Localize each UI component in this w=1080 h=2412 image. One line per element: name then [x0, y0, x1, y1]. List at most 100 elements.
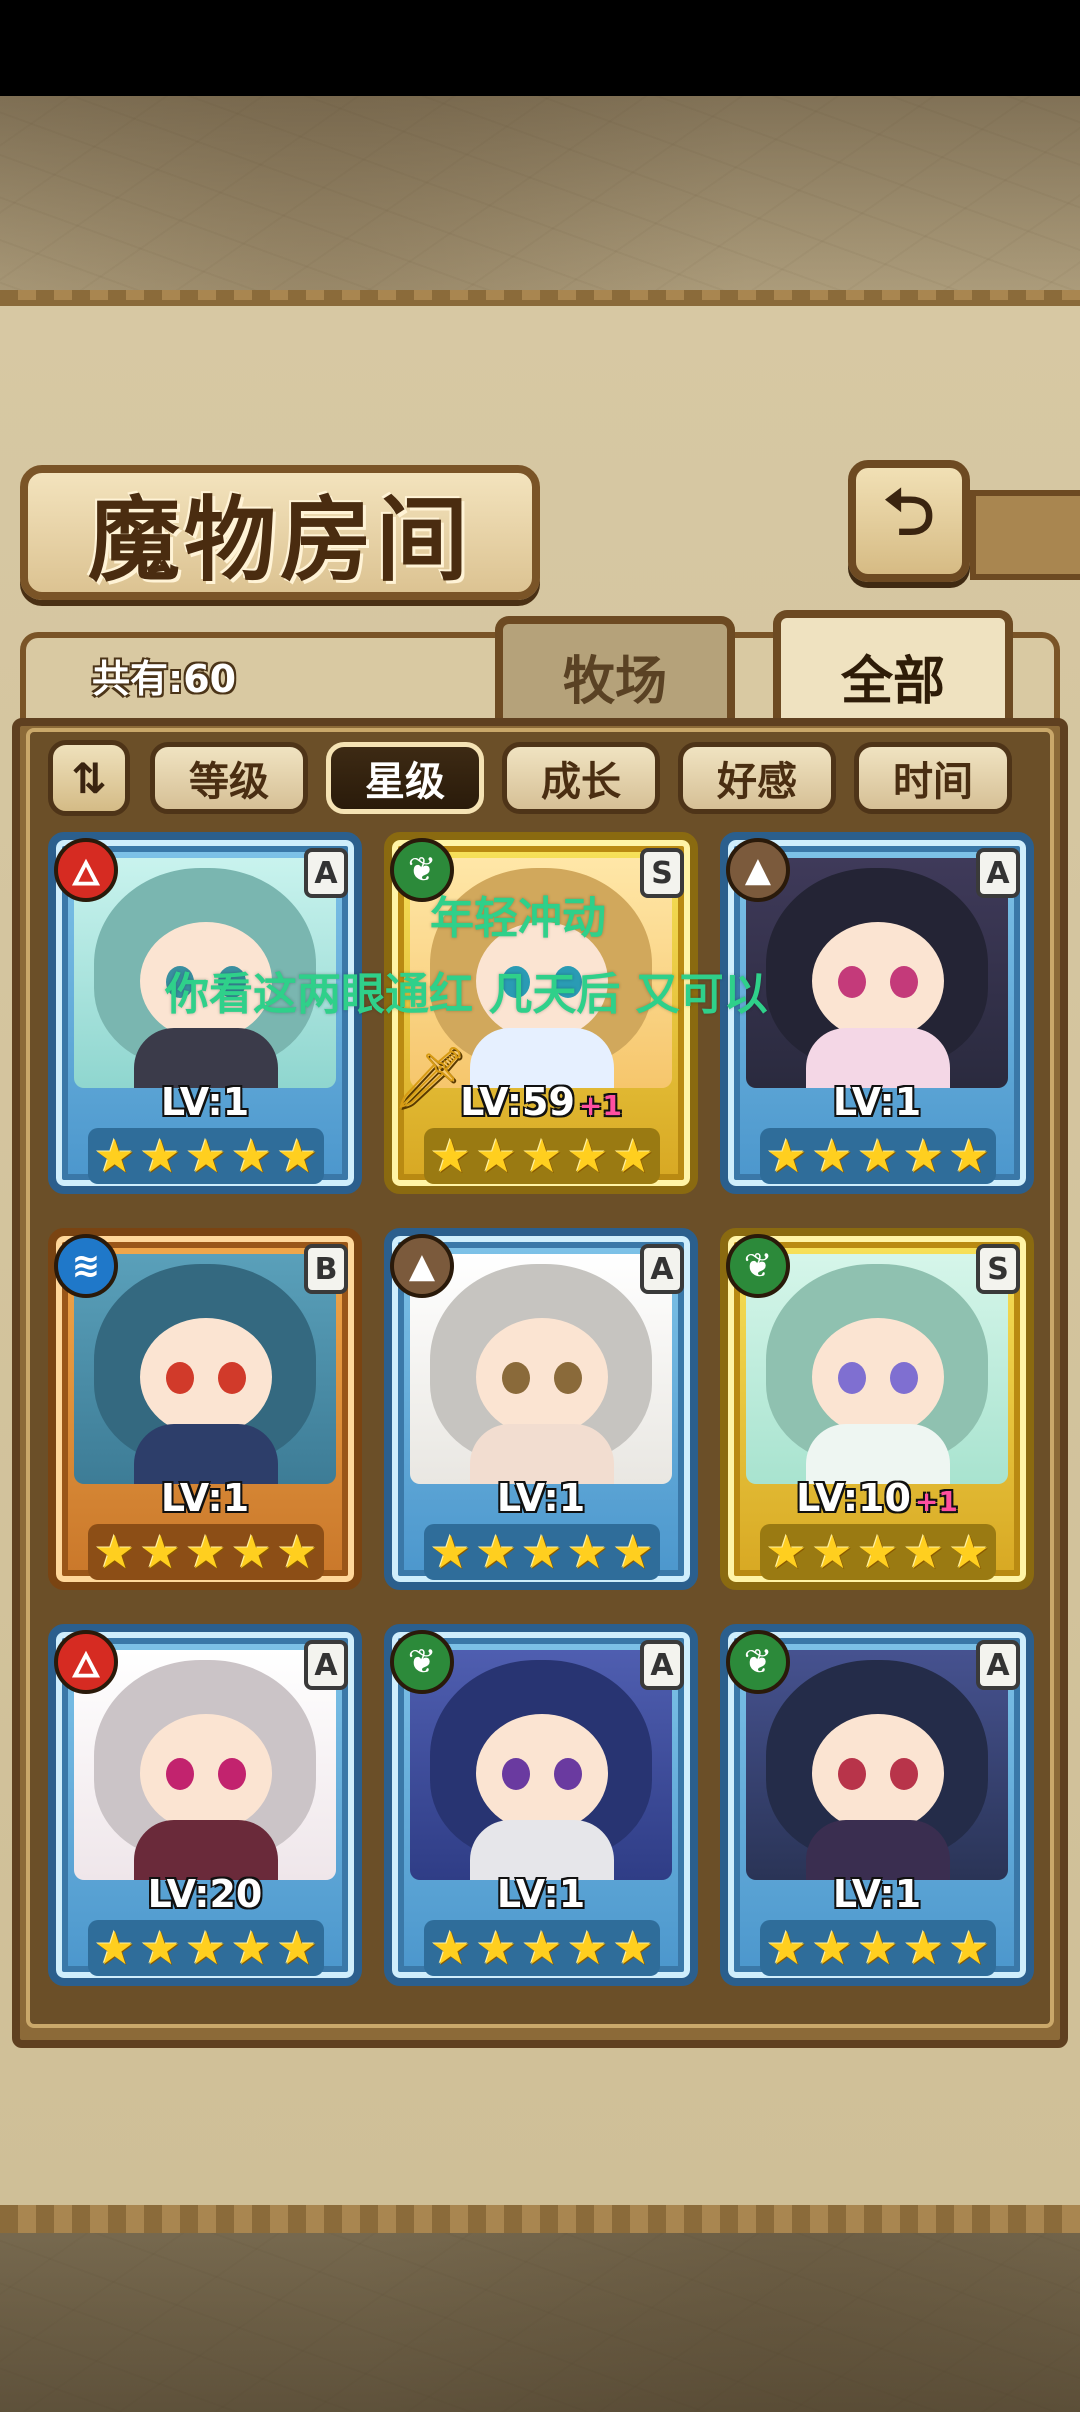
- monster-eye: [502, 1362, 530, 1394]
- monster-card[interactable]: ≋ B LV:1 ★ ★ ★ ★ ★: [48, 1228, 362, 1590]
- star-rating: ★ ★ ★ ★ ★: [424, 1128, 660, 1184]
- star-rating: ★ ★ ★ ★ ★: [424, 1920, 660, 1976]
- monster-eye: [218, 1362, 246, 1394]
- monster-eye: [838, 966, 866, 998]
- star-icon: ★: [94, 1129, 136, 1183]
- level-plus: +1: [914, 1485, 958, 1518]
- monster-eye: [890, 966, 918, 998]
- level-value: LV:1: [496, 1872, 586, 1916]
- monster-card[interactable]: ▲ A LV:1 ★ ★ ★ ★ ★: [384, 1228, 698, 1590]
- monster-portrait: [746, 1650, 1008, 1880]
- sort-time-button[interactable]: 时间: [854, 742, 1012, 814]
- star-icon: ★: [811, 1129, 853, 1183]
- monster-portrait: [746, 858, 1008, 1088]
- grade-badge: A: [304, 1640, 348, 1690]
- star-icon: ★: [430, 1525, 472, 1579]
- monster-card[interactable]: ❦ A LV:1 ★ ★ ★ ★ ★: [720, 1624, 1034, 1986]
- page-title: 魔物房间: [87, 486, 472, 594]
- level-plus: +1: [578, 1089, 622, 1122]
- star-icon: ★: [612, 1129, 654, 1183]
- monster-eye: [838, 1362, 866, 1394]
- monster-body: [134, 1424, 278, 1484]
- star-icon: ★: [857, 1921, 899, 1975]
- monster-face: [140, 1714, 272, 1832]
- tab-ranch[interactable]: 牧场: [495, 616, 735, 728]
- star-icon: ★: [766, 1525, 808, 1579]
- star-icon: ★: [948, 1525, 990, 1579]
- sort-order-toggle[interactable]: ⇅: [48, 740, 130, 816]
- star-icon: ★: [948, 1129, 990, 1183]
- monster-portrait: [410, 1650, 672, 1880]
- back-button[interactable]: ⮌: [848, 460, 970, 582]
- earth-element-icon: ▲: [726, 838, 790, 902]
- star-icon: ★: [766, 1921, 808, 1975]
- star-icon: ★: [430, 1921, 472, 1975]
- sort-level-button[interactable]: 等级: [150, 742, 308, 814]
- star-icon: ★: [811, 1921, 853, 1975]
- star-icon: ★: [430, 1129, 472, 1183]
- title-plaque: 魔物房间: [20, 465, 540, 600]
- monster-level: LV:20: [48, 1872, 362, 1916]
- sort-bar: ⇅ 等级 星级 成长 好感 时间: [48, 740, 1048, 820]
- star-icon: ★: [94, 1525, 136, 1579]
- fire-element-icon: 🜂: [54, 838, 118, 902]
- monster-face: [812, 1714, 944, 1832]
- star-rating: ★ ★ ★ ★ ★: [88, 1128, 324, 1184]
- tab-all[interactable]: 全部: [773, 610, 1013, 734]
- star-icon: ★: [567, 1129, 609, 1183]
- sort-order-icon: ⇅: [71, 753, 107, 803]
- sort-growth-button[interactable]: 成长: [502, 742, 660, 814]
- monster-eye: [890, 1362, 918, 1394]
- monster-level: LV:59 +1: [384, 1080, 698, 1124]
- star-rating: ★ ★ ★ ★ ★: [88, 1920, 324, 1976]
- monster-card[interactable]: ❦ A LV:1 ★ ★ ★ ★ ★: [384, 1624, 698, 1986]
- star-rating: ★ ★ ★ ★ ★: [760, 1524, 996, 1580]
- water-element-icon: ≋: [54, 1234, 118, 1298]
- monster-eye: [554, 1758, 582, 1790]
- grade-badge: A: [640, 1244, 684, 1294]
- star-icon: ★: [612, 1921, 654, 1975]
- monster-face: [812, 1318, 944, 1436]
- star-rating: ★ ★ ★ ★ ★: [424, 1524, 660, 1580]
- star-icon: ★: [276, 1525, 318, 1579]
- monster-level: LV:1: [720, 1080, 1034, 1124]
- back-button-rail: [970, 490, 1080, 580]
- panel-edge-bottom: [0, 2205, 1080, 2233]
- monster-body: [806, 1028, 950, 1088]
- star-icon: ★: [185, 1129, 227, 1183]
- monster-level: LV:1: [48, 1080, 362, 1124]
- star-icon: ★: [94, 1921, 136, 1975]
- sort-growth-label: 成长: [541, 758, 621, 805]
- monster-eye: [218, 1758, 246, 1790]
- star-rating: ★ ★ ★ ★ ★: [760, 1128, 996, 1184]
- star-icon: ★: [139, 1129, 181, 1183]
- star-icon: ★: [185, 1921, 227, 1975]
- sort-affection-button[interactable]: 好感: [678, 742, 836, 814]
- monster-count: 共有:60: [92, 657, 237, 701]
- star-icon: ★: [811, 1525, 853, 1579]
- star-icon: ★: [903, 1525, 945, 1579]
- monster-body: [470, 1028, 614, 1088]
- sort-star-button[interactable]: 星级: [326, 742, 484, 814]
- monster-card[interactable]: 🜂 A LV:20 ★ ★ ★ ★ ★: [48, 1624, 362, 1986]
- sort-affection-label: 好感: [717, 758, 797, 805]
- grade-badge: A: [640, 1640, 684, 1690]
- star-icon: ★: [139, 1921, 181, 1975]
- star-icon: ★: [231, 1129, 273, 1183]
- earth-element-icon: ▲: [390, 1234, 454, 1298]
- star-icon: ★: [903, 1129, 945, 1183]
- tab-ranch-label: 牧场: [562, 650, 667, 712]
- level-value: LV:1: [832, 1872, 922, 1916]
- star-icon: ★: [475, 1921, 517, 1975]
- grade-badge: A: [304, 848, 348, 898]
- monster-face: [476, 1318, 608, 1436]
- status-bar: [0, 0, 1080, 96]
- monster-eye: [166, 1758, 194, 1790]
- monster-card[interactable]: ❦ S LV:10 +1 ★ ★ ★ ★ ★: [720, 1228, 1034, 1590]
- monster-body: [134, 1028, 278, 1088]
- monster-eye: [890, 1758, 918, 1790]
- star-icon: ★: [231, 1525, 273, 1579]
- monster-portrait: [746, 1254, 1008, 1484]
- star-icon: ★: [276, 1129, 318, 1183]
- map-shadow-bottom: [0, 2215, 1080, 2412]
